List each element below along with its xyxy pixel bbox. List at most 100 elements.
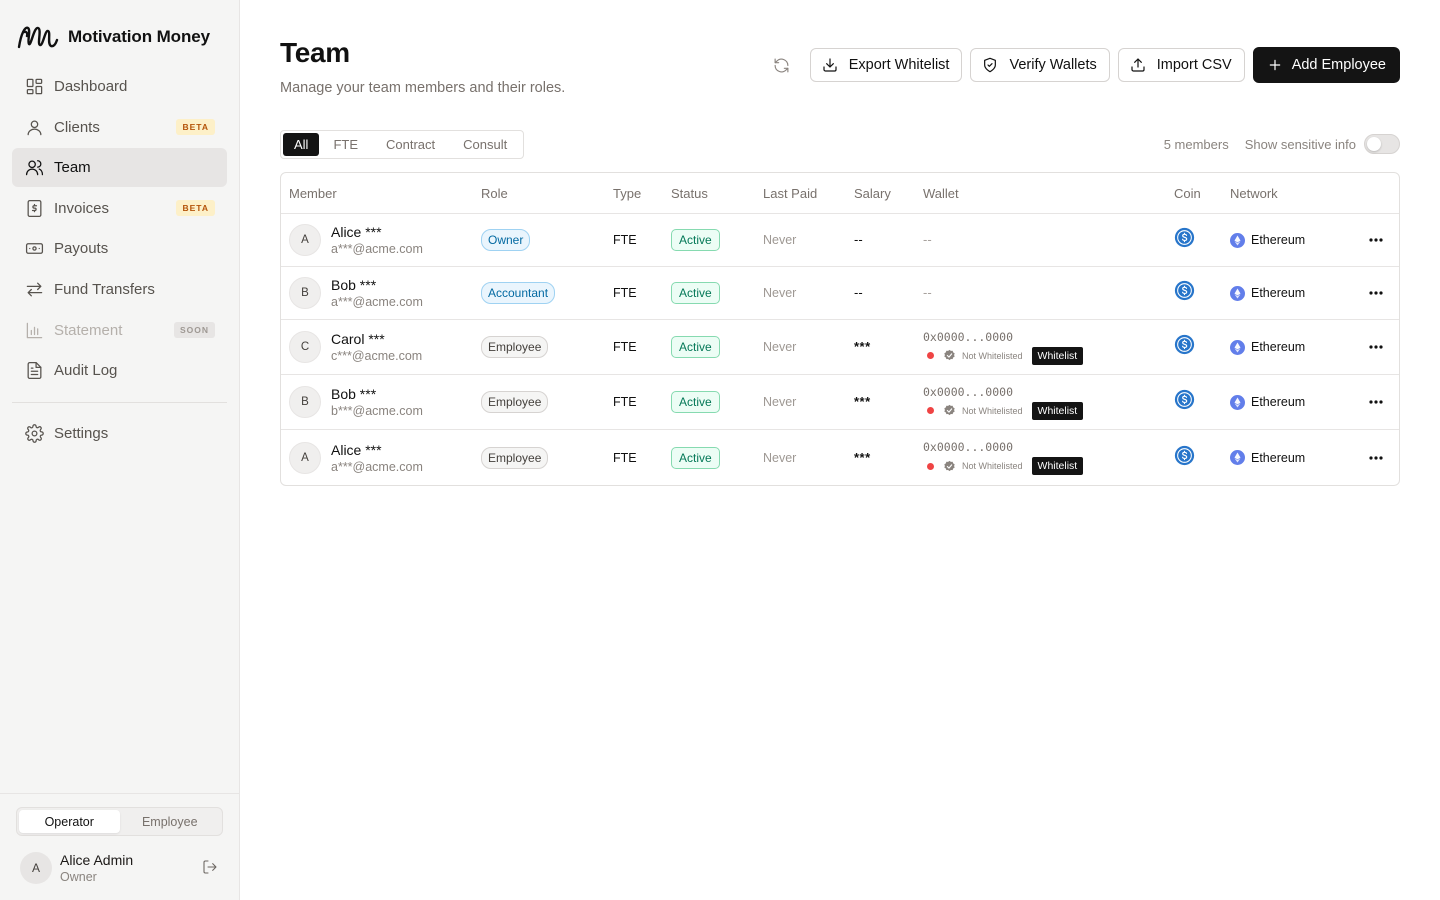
sidebar-item-audit-log[interactable]: Audit Log	[12, 351, 227, 390]
network-label: Ethereum	[1251, 233, 1306, 247]
usdc-coin-icon	[1174, 227, 1195, 248]
logout-icon[interactable]	[202, 859, 220, 877]
member-cell: A Alice *** a***@acme.com	[289, 441, 481, 474]
role-badge: Employee	[481, 336, 549, 358]
member-email: a***@acme.com	[331, 242, 423, 256]
sidebar-item-invoices[interactable]: Invoices BETA	[12, 189, 227, 228]
import-csv-button[interactable]: Import CSV	[1117, 48, 1245, 82]
tab-contract[interactable]: Contract	[372, 133, 449, 156]
tab-consult[interactable]: Consult	[449, 133, 521, 156]
network-label: Ethereum	[1251, 286, 1306, 300]
column-header: Status	[671, 185, 708, 201]
toggle-knob	[1367, 137, 1381, 151]
column-header: Last Paid	[763, 185, 818, 201]
tab-all[interactable]: All	[283, 133, 320, 156]
type-filter-tabs: All FTE Contract Consult	[280, 130, 525, 159]
column-header: Member	[289, 185, 337, 201]
member-avatar: C	[289, 331, 321, 363]
member-name: Carol ***	[331, 331, 385, 347]
whitelist-button[interactable]: Whitelist	[1031, 346, 1084, 365]
brand[interactable]: Motivation Money	[16, 22, 210, 52]
status-badge: Active	[671, 282, 720, 304]
sensitive-info-toggle[interactable]	[1364, 134, 1400, 154]
member-count: 5 members	[1163, 136, 1229, 152]
page-subtitle: Manage your team members and their roles…	[280, 80, 566, 96]
sidebar-item-settings[interactable]: Settings	[12, 414, 227, 453]
salary-cell: ***	[854, 394, 871, 409]
member-name: Bob ***	[331, 277, 377, 293]
usdc-coin-icon	[1174, 280, 1195, 301]
network-cell: Ethereum	[1230, 339, 1350, 355]
more-actions-icon[interactable]	[1365, 391, 1387, 413]
usdc-coin-icon	[1174, 389, 1195, 410]
table-row[interactable]: A Alice *** a***@acme.com Owner FTE Acti…	[281, 214, 1399, 267]
whitelist-button[interactable]: Whitelist	[1031, 457, 1084, 475]
role-badge: Employee	[481, 446, 549, 469]
wallet-address: 0x0000...0000	[923, 329, 1014, 344]
status-badge: Active	[671, 446, 720, 469]
whitelist-button[interactable]: Whitelist	[1031, 401, 1084, 420]
sidebar-item-label: Audit Log	[54, 362, 118, 380]
ethereum-icon	[1230, 394, 1245, 410]
current-user: A Alice Admin Owner	[20, 852, 220, 884]
column-header: Network	[1230, 185, 1278, 201]
file-text-icon	[24, 361, 44, 381]
more-actions-icon[interactable]	[1365, 282, 1387, 304]
refresh-icon[interactable]	[767, 50, 797, 80]
column-header: Role	[481, 185, 508, 201]
sidebar-item-label: Fund Transfers	[54, 280, 155, 298]
gear-icon	[24, 424, 44, 444]
sidebar-item-label: Dashboard	[54, 78, 128, 95]
table-row[interactable]: B Bob *** b***@acme.com Employee FTE Act…	[281, 375, 1399, 430]
user-role: Owner	[60, 870, 97, 884]
page-title: Team	[280, 37, 350, 68]
sidebar: Motivation Money Dashboard Clients BETA …	[0, 0, 240, 900]
sidebar-item-label: Settings	[54, 425, 109, 443]
banknote-icon	[24, 239, 44, 259]
ethereum-icon	[1230, 450, 1245, 465]
type-cell: FTE	[613, 395, 637, 409]
sidebar-item-statement: Statement SOON	[12, 311, 227, 350]
export-whitelist-button[interactable]: Export Whitelist	[809, 48, 963, 82]
status-dot	[927, 352, 934, 359]
status-badge: Active	[671, 229, 720, 251]
tab-fte[interactable]: FTE	[319, 133, 372, 156]
more-actions-icon[interactable]	[1365, 229, 1387, 251]
network-cell: Ethereum	[1230, 232, 1350, 248]
user-info: Alice Admin Owner	[60, 852, 202, 884]
soon-badge: SOON	[173, 322, 215, 339]
member-avatar: A	[289, 224, 321, 256]
badge-check-icon	[944, 404, 955, 416]
sidebar-item-fund-transfers[interactable]: Fund Transfers	[12, 270, 227, 309]
member-avatar: B	[289, 277, 321, 309]
verify-wallets-button[interactable]: Verify Wallets	[970, 48, 1110, 82]
member-email: c***@acme.com	[331, 349, 423, 363]
last-paid-cell: Never	[763, 450, 797, 465]
table-row[interactable]: B Bob *** a***@acme.com Accountant FTE A…	[281, 267, 1399, 320]
table-row[interactable]: A Alice *** a***@acme.com Employee FTE A…	[281, 430, 1399, 485]
user-name: Alice Admin	[60, 852, 134, 868]
table-row[interactable]: C Carol *** c***@acme.com Employee FTE A…	[281, 320, 1399, 375]
sidebar-nav: Dashboard Clients BETA Team Invoices BET…	[12, 67, 227, 455]
sidebar-item-clients[interactable]: Clients BETA	[12, 108, 227, 147]
badge-check-icon	[944, 349, 955, 361]
more-actions-icon[interactable]	[1365, 336, 1387, 358]
more-actions-icon[interactable]	[1365, 447, 1387, 469]
wallet-status: Not Whitelisted	[962, 405, 1023, 416]
mode-option-employee[interactable]: Employee	[120, 810, 221, 833]
sidebar-item-team[interactable]: Team	[12, 148, 227, 188]
sidebar-item-payouts[interactable]: Payouts	[12, 229, 227, 268]
usdc-coin-icon	[1174, 445, 1195, 465]
wallet-cell: --	[923, 232, 932, 247]
mode-option-operator[interactable]: Operator	[19, 810, 120, 833]
add-employee-button[interactable]: Add Employee	[1252, 47, 1400, 83]
download-icon	[823, 58, 837, 72]
wallet-status: Not Whitelisted	[962, 350, 1023, 361]
dashboard-icon	[24, 77, 44, 97]
status-dot	[927, 407, 934, 414]
wallet-cell: 0x0000...0000 Not Whitelisted Whitelist	[923, 385, 1174, 420]
salary-cell: --	[854, 285, 863, 300]
wallet-cell: --	[923, 285, 932, 300]
last-paid-cell: Never	[763, 340, 797, 354]
sidebar-item-dashboard[interactable]: Dashboard	[12, 67, 227, 106]
